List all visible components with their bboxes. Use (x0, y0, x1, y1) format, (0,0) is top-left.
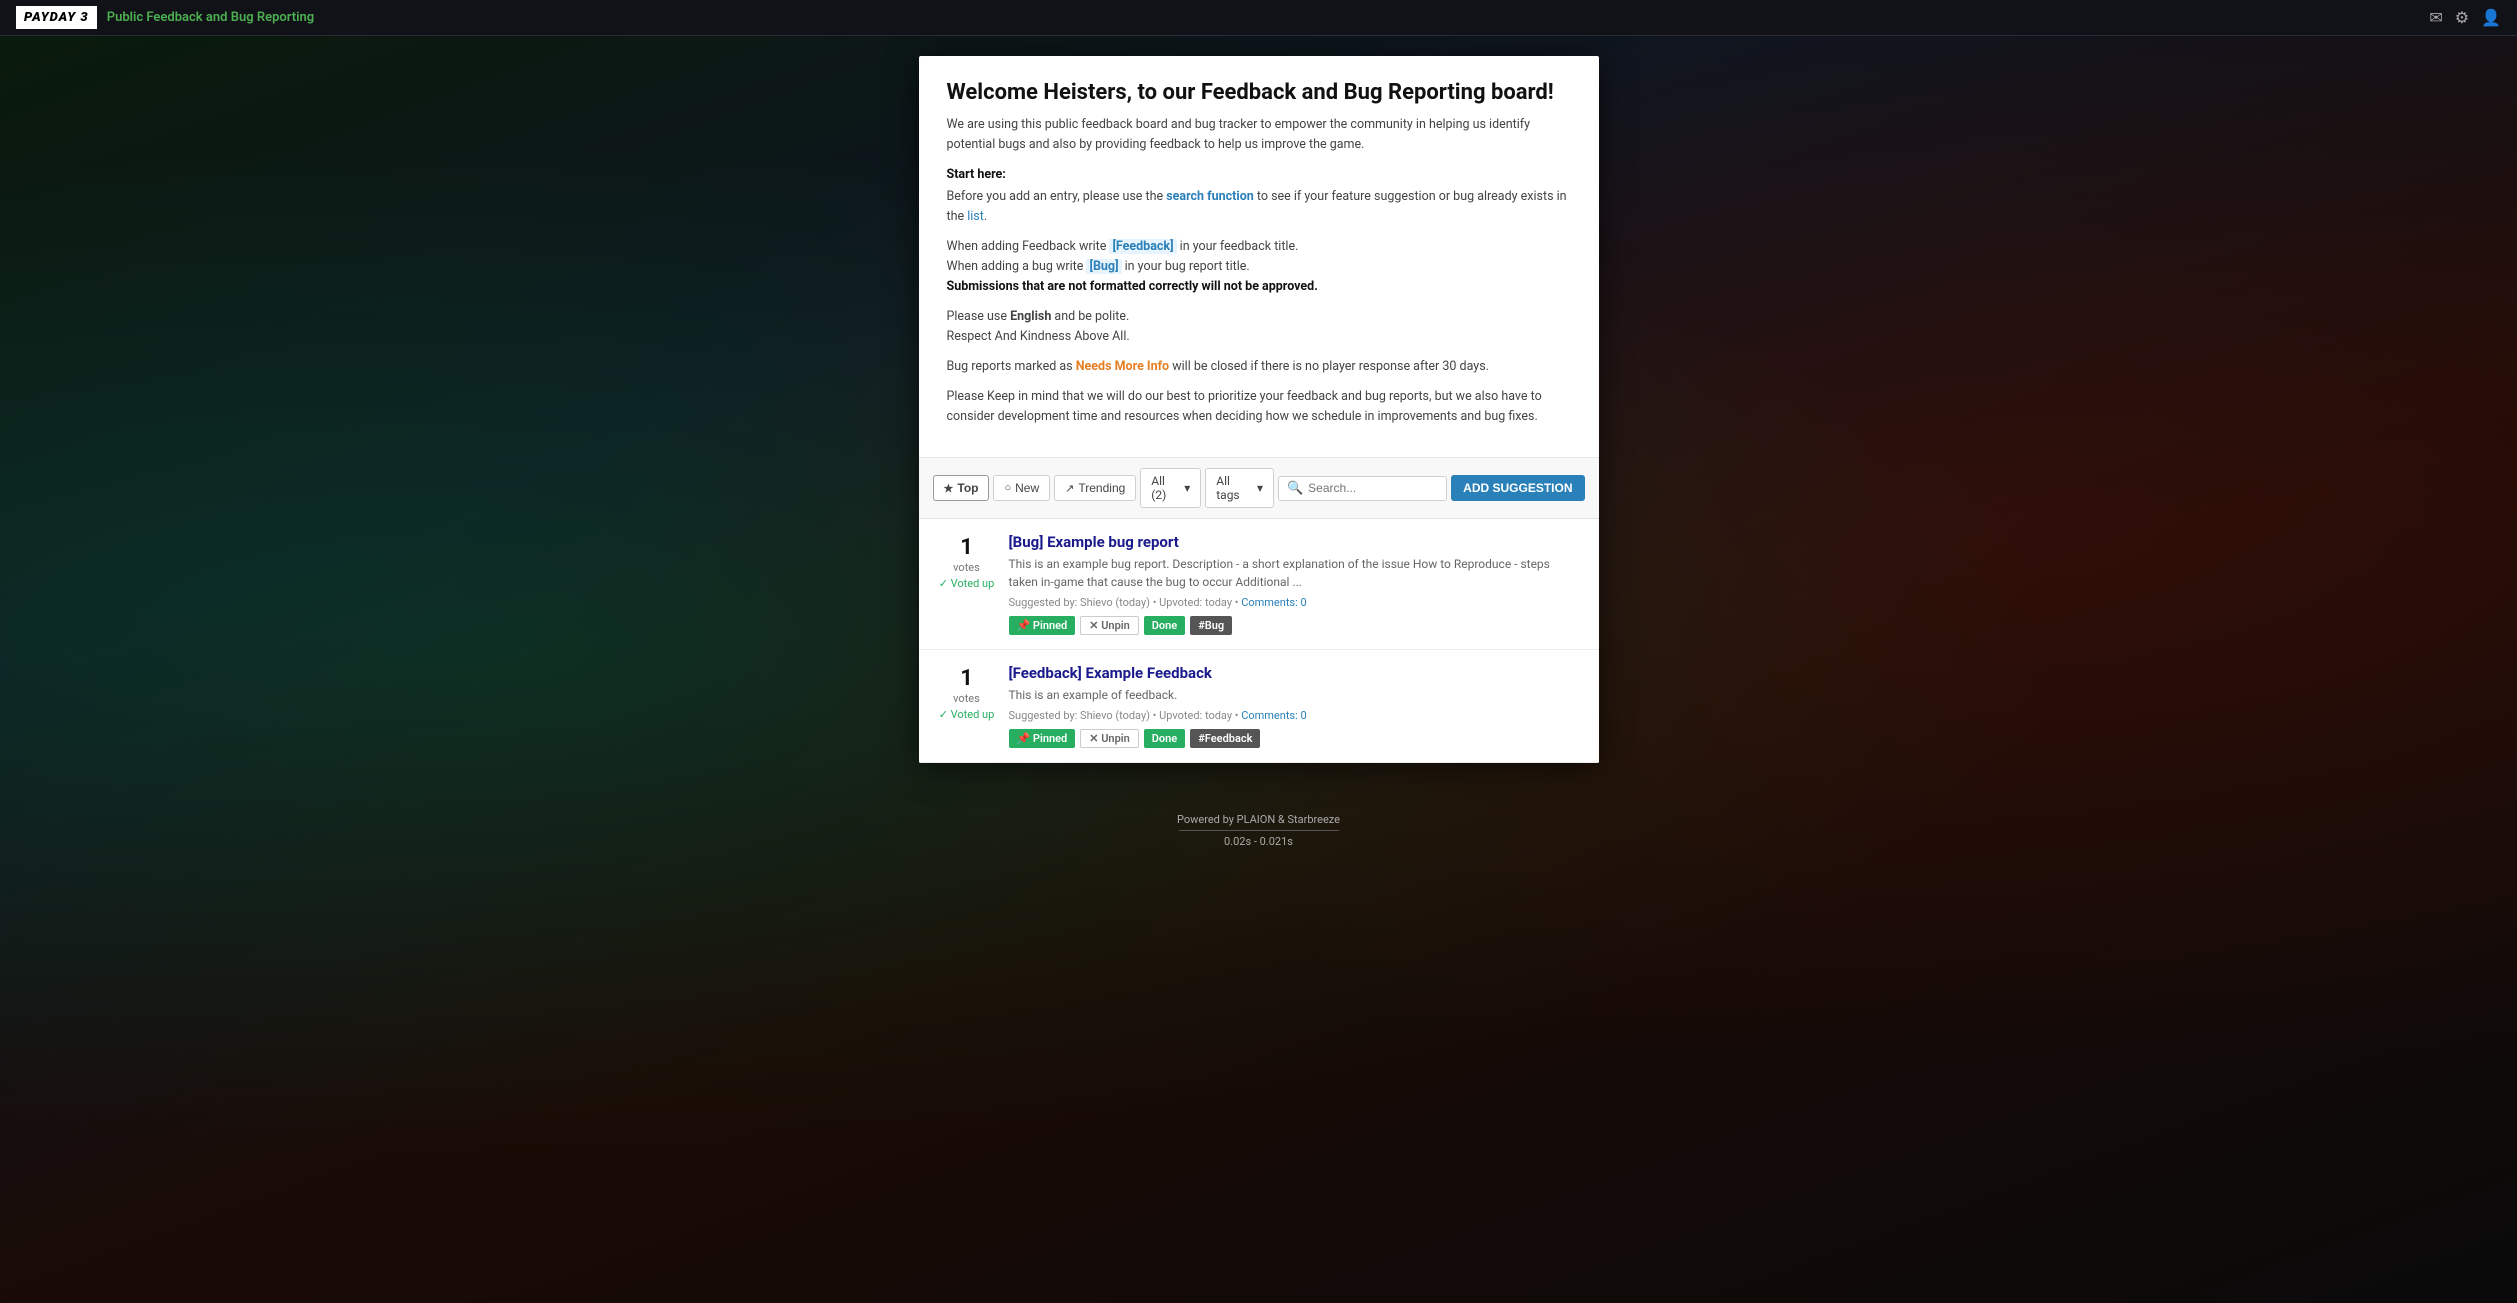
tag-bug-1[interactable]: #Bug (1190, 616, 1232, 635)
needs-more-info-note: Bug reports marked as Needs More Info wi… (947, 357, 1571, 377)
search-box[interactable]: 🔍 (1278, 476, 1447, 501)
welcome-title: Welcome Heisters, to our Feedback and Bu… (947, 80, 1571, 105)
filter-tags-label: All tags (1216, 474, 1253, 502)
trending-icon: ↗ (1065, 482, 1074, 495)
filter-top-btn[interactable]: ★ Top (933, 475, 990, 501)
format-warning: Submissions that are not formatted corre… (947, 279, 1318, 294)
item-title-1[interactable]: [Bug] Example bug report (1009, 533, 1581, 551)
vote-column-2: 1 votes ✓ Voted up (937, 664, 997, 721)
filter-new-btn[interactable]: ○ New (993, 475, 1050, 501)
feedback-tip: When adding Feedback write [Feedback] in… (947, 237, 1571, 297)
timing-text: 0.02s - 0.021s (1224, 835, 1293, 848)
tag-unpin-2[interactable]: ✕ Unpin (1080, 729, 1139, 748)
item-title-2[interactable]: [Feedback] Example Feedback (1009, 664, 1581, 682)
navbar-logo: PAYDAY 3 Public Feedback and Bug Reporti… (16, 6, 314, 29)
english-text: English (1010, 309, 1051, 324)
bug-tag: [Bug] (1086, 259, 1121, 274)
filter-tags-dropdown[interactable]: All tags ▾ (1205, 468, 1274, 508)
item-desc-1: This is an example bug report. Descripti… (1009, 555, 1581, 591)
voted-up-indicator-1: ✓ Voted up (939, 577, 995, 590)
filter-trending-btn[interactable]: ↗ Trending (1054, 475, 1136, 501)
star-icon: ★ (944, 482, 954, 495)
voted-up-indicator-2: ✓ Voted up (939, 708, 995, 721)
votes-label-1: votes (953, 561, 980, 574)
powered-by-text: Powered by PLAION & Starbreeze (1177, 813, 1340, 826)
tag-done-1[interactable]: Done (1144, 616, 1185, 635)
vote-column-1: 1 votes ✓ Voted up (937, 533, 997, 590)
item-meta-2: Suggested by: Shievo (today) • Upvoted: … (1009, 709, 1581, 722)
search-function-link[interactable]: search function (1166, 189, 1254, 204)
page-wrapper: Welcome Heisters, to our Feedback and Bu… (0, 36, 2517, 803)
item-desc-2: This is an example of feedback. (1009, 686, 1581, 704)
navbar: PAYDAY 3 Public Feedback and Bug Reporti… (0, 0, 2517, 36)
tags-chevron-icon: ▾ (1257, 481, 1263, 495)
search-icon: 🔍 (1287, 481, 1303, 496)
search-input[interactable] (1308, 481, 1438, 495)
item-meta-1: Suggested by: Shievo (today) • Upvoted: … (1009, 596, 1581, 609)
items-list: 1 votes ✓ Voted up [Bug] Example bug rep… (919, 519, 1599, 763)
welcome-body: We are using this public feedback board … (947, 115, 1571, 427)
item-content-1: [Bug] Example bug report This is an exam… (997, 533, 1581, 635)
kindness-note: Respect And Kindness Above All. (947, 329, 1130, 344)
navbar-icons: ✉ ⚙ 👤 (2429, 8, 2501, 27)
tag-feedback-2[interactable]: #Feedback (1190, 729, 1260, 748)
comments-link-1[interactable]: Comments: 0 (1241, 596, 1306, 609)
tag-unpin-1[interactable]: ✕ Unpin (1080, 616, 1139, 635)
footer-divider (1179, 830, 1339, 831)
filter-new-label: New (1015, 481, 1039, 495)
add-suggestion-button[interactable]: ADD SUGGESTION (1451, 475, 1584, 501)
gear-icon[interactable]: ⚙ (2455, 8, 2469, 27)
comments-link-2[interactable]: Comments: 0 (1241, 709, 1306, 722)
envelope-icon[interactable]: ✉ (2429, 8, 2442, 27)
logo-payday: PAYDAY 3 (16, 6, 97, 29)
table-row: 1 votes ✓ Voted up [Bug] Example bug rep… (919, 519, 1599, 650)
filter-trending-label: Trending (1078, 481, 1125, 495)
language-note: Please use English and be polite. Respec… (947, 307, 1571, 347)
filter-top-label: Top (957, 481, 978, 495)
filter-all-dropdown[interactable]: All (2) ▾ (1140, 468, 1201, 508)
tag-pinned-1[interactable]: 📌 Pinned (1009, 616, 1076, 635)
item-tags-2: 📌 Pinned ✕ Unpin Done #Feedback (1009, 729, 1581, 748)
welcome-start-here: Start here: Before you add an entry, ple… (947, 165, 1571, 227)
item-tags-1: 📌 Pinned ✕ Unpin Done #Bug (1009, 616, 1581, 635)
tag-pinned-2[interactable]: 📌 Pinned (1009, 729, 1076, 748)
votes-label-2: votes (953, 692, 980, 705)
page-footer: Powered by PLAION & Starbreeze 0.02s - 0… (0, 803, 2517, 858)
circle-icon: ○ (1004, 482, 1011, 494)
needs-more-info-badge: Needs More Info (1076, 359, 1169, 374)
tag-done-2[interactable]: Done (1144, 729, 1185, 748)
priority-note: Please Keep in mind that we will do our … (947, 387, 1571, 427)
filter-all-label: All (2) (1151, 474, 1180, 502)
filter-bar: ★ Top ○ New ↗ Trending All (2) ▾ All tag… (919, 458, 1599, 519)
table-row: 1 votes ✓ Voted up [Feedback] Example Fe… (919, 650, 1599, 763)
welcome-section: Welcome Heisters, to our Feedback and Bu… (919, 56, 1599, 458)
item-content-2: [Feedback] Example Feedback This is an e… (997, 664, 1581, 748)
chevron-down-icon: ▾ (1184, 481, 1190, 495)
user-icon[interactable]: 👤 (2481, 8, 2501, 27)
vote-count-2: 1 (960, 668, 973, 690)
content-panel: Welcome Heisters, to our Feedback and Bu… (919, 56, 1599, 763)
site-title: Public Feedback and Bug Reporting (107, 10, 314, 25)
start-here-label: Start here: (947, 165, 1571, 185)
list-link[interactable]: list (967, 209, 984, 224)
vote-count-1: 1 (960, 537, 973, 559)
welcome-intro: We are using this public feedback board … (947, 115, 1571, 155)
feedback-tag: [Feedback] (1109, 239, 1176, 254)
